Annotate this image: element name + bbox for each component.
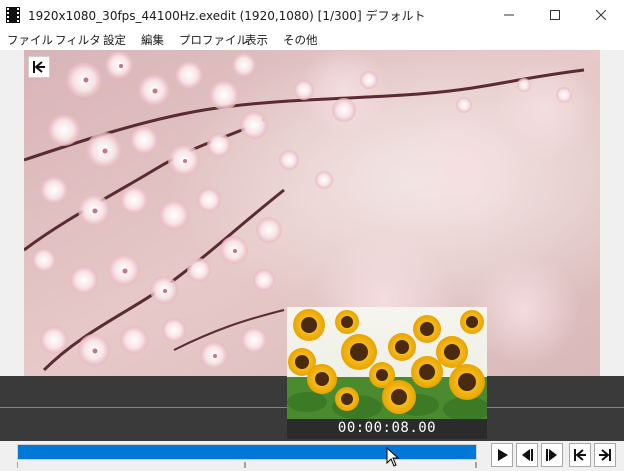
mouse-cursor-icon	[386, 447, 400, 467]
skip-to-end-icon	[599, 449, 611, 461]
minimize-icon	[504, 14, 514, 16]
window-title: 1920x1080_30fps_44100Hz.exedit (1920,108…	[28, 9, 426, 23]
skip-to-start-icon	[574, 449, 586, 461]
prev-frame-icon	[522, 449, 533, 461]
title-bar: 1920x1080_30fps_44100Hz.exedit (1920,108…	[0, 0, 624, 30]
menu-view[interactable]: 表示	[245, 32, 268, 48]
menu-settings[interactable]: 設定	[103, 32, 126, 48]
seek-bar-fill	[18, 445, 376, 459]
seek-bar-ticks	[17, 462, 477, 468]
menu-filter[interactable]: フィルタ	[55, 32, 101, 48]
next-frame-button[interactable]	[541, 443, 563, 467]
play-icon	[498, 449, 508, 461]
close-icon	[596, 10, 606, 20]
skip-to-start-icon	[33, 61, 45, 73]
minimize-button[interactable]	[486, 0, 532, 30]
maximize-button[interactable]	[532, 0, 578, 30]
menu-bar: ファイル フィルタ 設定 編集 プロファイル 表示 その他	[0, 30, 624, 50]
menu-other[interactable]: その他	[283, 32, 318, 48]
go-end-button[interactable]	[594, 443, 616, 467]
menu-file[interactable]: ファイル	[7, 32, 53, 48]
close-button[interactable]	[578, 0, 624, 30]
app-window: 1920x1080_30fps_44100Hz.exedit (1920,108…	[0, 0, 624, 471]
menu-edit[interactable]: 編集	[141, 32, 164, 48]
fit-window-button[interactable]	[28, 56, 50, 78]
seek-bar[interactable]	[17, 444, 477, 460]
play-button[interactable]	[491, 443, 513, 467]
seek-thumbnail-image	[287, 307, 487, 419]
prev-frame-button[interactable]	[516, 443, 538, 467]
film-icon	[6, 7, 20, 23]
menu-profile[interactable]: プロファイル	[179, 32, 248, 48]
maximize-icon	[550, 10, 560, 20]
go-start-button[interactable]	[569, 443, 591, 467]
seek-thumbnail-time: 00:00:08.00	[337, 420, 437, 436]
next-frame-icon	[546, 449, 557, 461]
